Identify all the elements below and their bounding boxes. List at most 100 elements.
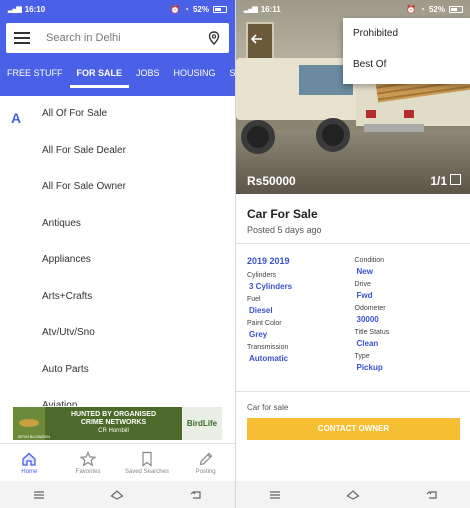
back-system-icon[interactable] [189, 489, 203, 501]
image-counter: 1/1 [430, 174, 447, 188]
attribute-label: Type [354, 353, 370, 360]
attribute-label: Title Status [354, 329, 390, 336]
search-input[interactable] [46, 32, 207, 44]
ad-headline-1: HUNTED BY ORGANISED [70, 411, 157, 418]
bookmark-icon [142, 451, 152, 467]
alarm-icon: ⏰ [406, 4, 417, 14]
category-tabs: FREE STUFF FOR SALE JOBS HOUSING S [0, 60, 235, 88]
battery-percent: 52% [192, 4, 209, 14]
wifi-icon: ◔ [420, 4, 425, 14]
battery-icon [213, 5, 227, 13]
attributes-right: Condition New Drive Fwd Odometer 30000 T… [355, 256, 463, 376]
list-item[interactable]: Atv/Utv/Sno [0, 315, 235, 352]
star-icon [80, 450, 97, 466]
listing-title: Car For Sale [247, 207, 318, 221]
attribute-value[interactable]: Clean [355, 338, 463, 349]
recent-apps-icon[interactable] [32, 489, 46, 501]
attribute-value[interactable]: Diesel [247, 305, 355, 316]
attribute-label: Condition [354, 257, 385, 264]
battery-percent: 52% [428, 4, 445, 14]
tab-for-sale[interactable]: FOR SALE [69, 60, 130, 88]
back-system-icon[interactable] [425, 489, 439, 501]
status-time: 16:10 [24, 4, 46, 14]
status-bar: ▂▄▆ 16:11 ⏰ ◔ 52% [236, 0, 470, 18]
nav-favorites[interactable]: Favorites [59, 444, 118, 481]
home-system-icon[interactable] [110, 489, 125, 501]
left-screen: ▂▄▆ 16:10 ⏰ ◔ 52% FREE STUFF FO [0, 0, 235, 508]
menu-icon[interactable] [14, 32, 30, 44]
ad-credit: IBTIM BLOWDEN [18, 434, 51, 439]
attribute-value[interactable]: Automatic [247, 353, 355, 364]
back-arrow-icon[interactable] [250, 32, 264, 46]
attributes-left: 2019 2019 Cylinders 3 Cylinders Fuel Die… [247, 256, 355, 376]
attribute-value[interactable]: 30000 [355, 314, 463, 325]
wifi-icon: ◔ [184, 4, 189, 14]
attribute: Fuel Diesel [247, 295, 355, 316]
tab-jobs[interactable]: JOBS [129, 60, 167, 88]
attribute-value[interactable]: New [355, 266, 463, 277]
attribute-value[interactable]: Fwd [355, 290, 463, 301]
nav-posting-label: Posting [195, 468, 216, 475]
home-icon [22, 452, 37, 466]
attribute: Odometer 30000 [355, 304, 463, 325]
recent-apps-icon[interactable] [268, 489, 282, 501]
attribute: Cylinders 3 Cylinders [247, 271, 355, 292]
nav-home[interactable]: Home [0, 444, 59, 481]
attribute: Title Status Clean [355, 328, 463, 349]
app-header: ▂▄▆ 16:10 ⏰ ◔ 52% FREE STUFF FO [0, 0, 235, 96]
attribute-value[interactable]: Pickup [355, 362, 463, 373]
price-overlay: Rs50000 [247, 174, 296, 188]
attribute-label: Odometer [354, 305, 386, 312]
status-bar: ▂▄▆ 16:10 ⏰ ◔ 52% [0, 0, 235, 18]
list-item[interactable]: Appliances [0, 242, 235, 279]
battery-icon [449, 5, 463, 13]
divider [236, 391, 470, 392]
nav-saved-searches[interactable]: Saved Searches [118, 444, 177, 481]
list-item[interactable]: Auto Parts [0, 352, 235, 389]
list-item[interactable]: Antiques [0, 206, 235, 243]
listing-category: Car for sale [247, 403, 289, 412]
list-item[interactable]: All Of For Sale [0, 96, 235, 133]
tab-free-stuff[interactable]: FREE STUFF [0, 60, 70, 88]
list-item[interactable]: All For Sale Owner [0, 169, 235, 206]
alarm-icon: ⏰ [170, 4, 181, 14]
gallery-icon[interactable] [450, 174, 461, 185]
attribute-label: Paint Color [247, 320, 282, 327]
contact-owner-button[interactable]: CONTACT OWNER [247, 418, 460, 440]
attribute-label: Fuel [247, 296, 261, 303]
list-item[interactable]: Aviation [0, 388, 235, 406]
category-list: A All Of For Sale All For Sale Dealer Al… [0, 96, 235, 406]
attribute-label: Transmission [247, 344, 289, 351]
attribute-label: Drive [354, 281, 371, 288]
tab-housing[interactable]: HOUSING [167, 60, 223, 88]
overflow-menu: Prohibited Best Of [343, 18, 470, 84]
tab-partial[interactable]: S [223, 60, 235, 88]
list-item[interactable]: All For Sale Dealer [0, 133, 235, 170]
right-screen: Rs50000 1/1 ▂▄▆ 16:11 ⏰ ◔ 52% Prohibited… [235, 0, 470, 508]
menu-item-prohibited[interactable]: Prohibited [343, 18, 470, 49]
ad-headline-2: CRIME NETWORKS [80, 419, 147, 426]
ad-banner[interactable]: HUNTED BY ORGANISED CRIME NETWORKS CR Ho… [13, 407, 222, 440]
nav-posting[interactable]: Posting [176, 444, 235, 481]
signal-icon: ▂▄▆ [244, 6, 258, 13]
system-nav-bar [236, 481, 470, 508]
attribute: Drive Fwd [355, 280, 463, 301]
index-letter: A [11, 110, 22, 126]
ad-subline: CR Hornbill [98, 428, 129, 434]
home-system-icon[interactable] [346, 489, 361, 501]
posted-date: Posted 5 days ago [247, 225, 322, 235]
signal-icon: ▂▄▆ [8, 6, 22, 13]
pencil-icon [199, 452, 212, 465]
search-bar[interactable] [6, 23, 229, 53]
menu-item-best-of[interactable]: Best Of [343, 49, 470, 80]
birdlife-logo: BirdLife [182, 407, 222, 440]
list-item[interactable]: Arts+Crafts [0, 279, 235, 316]
location-pin-icon[interactable] [207, 31, 221, 45]
attributes-grid: 2019 2019 Cylinders 3 Cylinders Fuel Die… [247, 256, 462, 376]
year-heading: 2019 2019 [247, 256, 290, 266]
divider [236, 243, 470, 244]
attribute: Type Pickup [355, 352, 463, 373]
attribute-value[interactable]: 3 Cylinders [247, 281, 355, 292]
status-time: 16:11 [260, 4, 281, 14]
attribute-value[interactable]: Grey [247, 329, 355, 340]
